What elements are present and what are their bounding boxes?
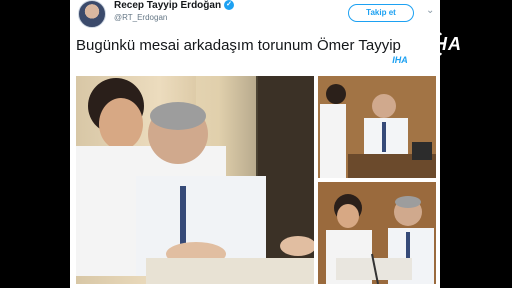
photo-top-right[interactable] xyxy=(318,76,436,178)
iha-small-logo: IHA xyxy=(388,54,412,66)
author-name-text[interactable]: Recep Tayyip Erdoğan xyxy=(114,0,221,11)
photo-main-image xyxy=(76,76,314,284)
chevron-down-icon[interactable]: ⌄ xyxy=(426,5,434,16)
author-name[interactable]: Recep Tayyip Erdoğan ✓ xyxy=(114,0,235,11)
author-handle[interactable]: @RT_Erdogan xyxy=(114,13,167,22)
tweet-text: Bugünkü mesai arkadaşım torunum Ömer Tay… xyxy=(76,37,401,54)
verified-badge-icon: ✓ xyxy=(224,0,235,11)
photo-top-right-image xyxy=(318,76,436,178)
tweet-header: Recep Tayyip Erdoğan ✓ @RT_Erdogan Takip … xyxy=(70,0,440,30)
photo-bottom-right[interactable] xyxy=(318,182,436,284)
photo-grid xyxy=(76,76,436,284)
photo-main[interactable] xyxy=(76,76,314,284)
tweet-card: Recep Tayyip Erdoğan ✓ @RT_Erdogan Takip … xyxy=(70,0,440,288)
avatar[interactable] xyxy=(78,0,106,28)
iha-logo: IHA xyxy=(418,30,470,58)
logo-text: IHA xyxy=(428,34,462,54)
photo-bottom-right-image xyxy=(318,182,436,284)
follow-button[interactable]: Takip et xyxy=(348,4,414,22)
